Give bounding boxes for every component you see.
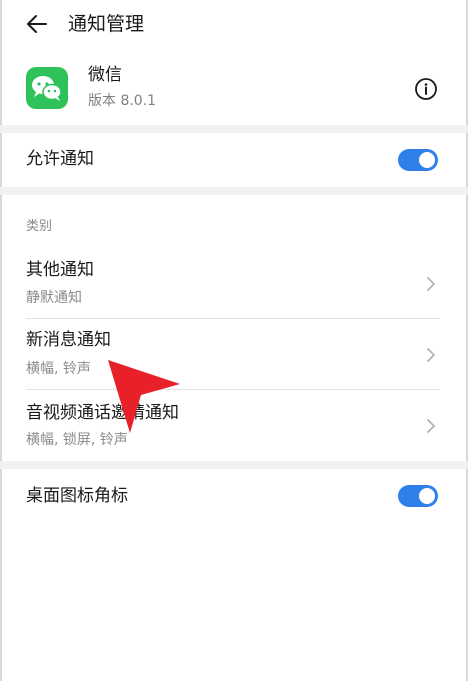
chevron-right-icon <box>427 348 435 362</box>
category-item-other[interactable]: 其他通知 静默通知 <box>0 248 468 318</box>
section-divider <box>0 461 468 469</box>
category-item-title: 其他通知 <box>26 260 94 280</box>
category-item-title: 新消息通知 <box>26 330 111 350</box>
info-icon <box>415 78 437 100</box>
chevron-right-icon <box>427 277 435 291</box>
badge-toggle[interactable] <box>398 485 438 507</box>
wechat-icon <box>26 67 68 109</box>
section-divider <box>0 187 468 195</box>
category-item-subtitle: 横幅, 锁屏, 铃声 <box>26 432 128 448</box>
category-item-av-call[interactable]: 音视频通话邀请通知 横幅, 锁屏, 铃声 <box>0 390 468 460</box>
back-button[interactable] <box>24 10 52 38</box>
toggle-knob <box>419 488 435 504</box>
page-title: 通知管理 <box>68 13 145 35</box>
category-item-new-message[interactable]: 新消息通知 横幅, 铃声 <box>0 319 468 389</box>
allow-notifications-row[interactable]: 允许通知 <box>0 133 468 187</box>
category-item-subtitle: 横幅, 铃声 <box>26 361 91 377</box>
badge-label: 桌面图标角标 <box>26 486 128 506</box>
app-info-row: 微信 版本 8.0.1 <box>0 55 468 125</box>
info-button[interactable] <box>414 77 438 101</box>
allow-notifications-toggle[interactable] <box>398 149 438 171</box>
arrow-left-icon <box>27 15 47 33</box>
chevron-right-icon <box>427 419 435 433</box>
header: 通知管理 <box>0 0 468 48</box>
category-item-title: 音视频通话邀请通知 <box>26 403 179 423</box>
allow-notifications-label: 允许通知 <box>26 149 94 169</box>
categories-section-label: 类别 <box>26 219 53 234</box>
app-name: 微信 <box>88 65 122 85</box>
toggle-knob <box>419 152 435 168</box>
badge-row[interactable]: 桌面图标角标 <box>0 469 468 523</box>
category-item-subtitle: 静默通知 <box>26 290 82 306</box>
app-version: 版本 8.0.1 <box>88 93 157 109</box>
section-divider <box>0 125 468 133</box>
